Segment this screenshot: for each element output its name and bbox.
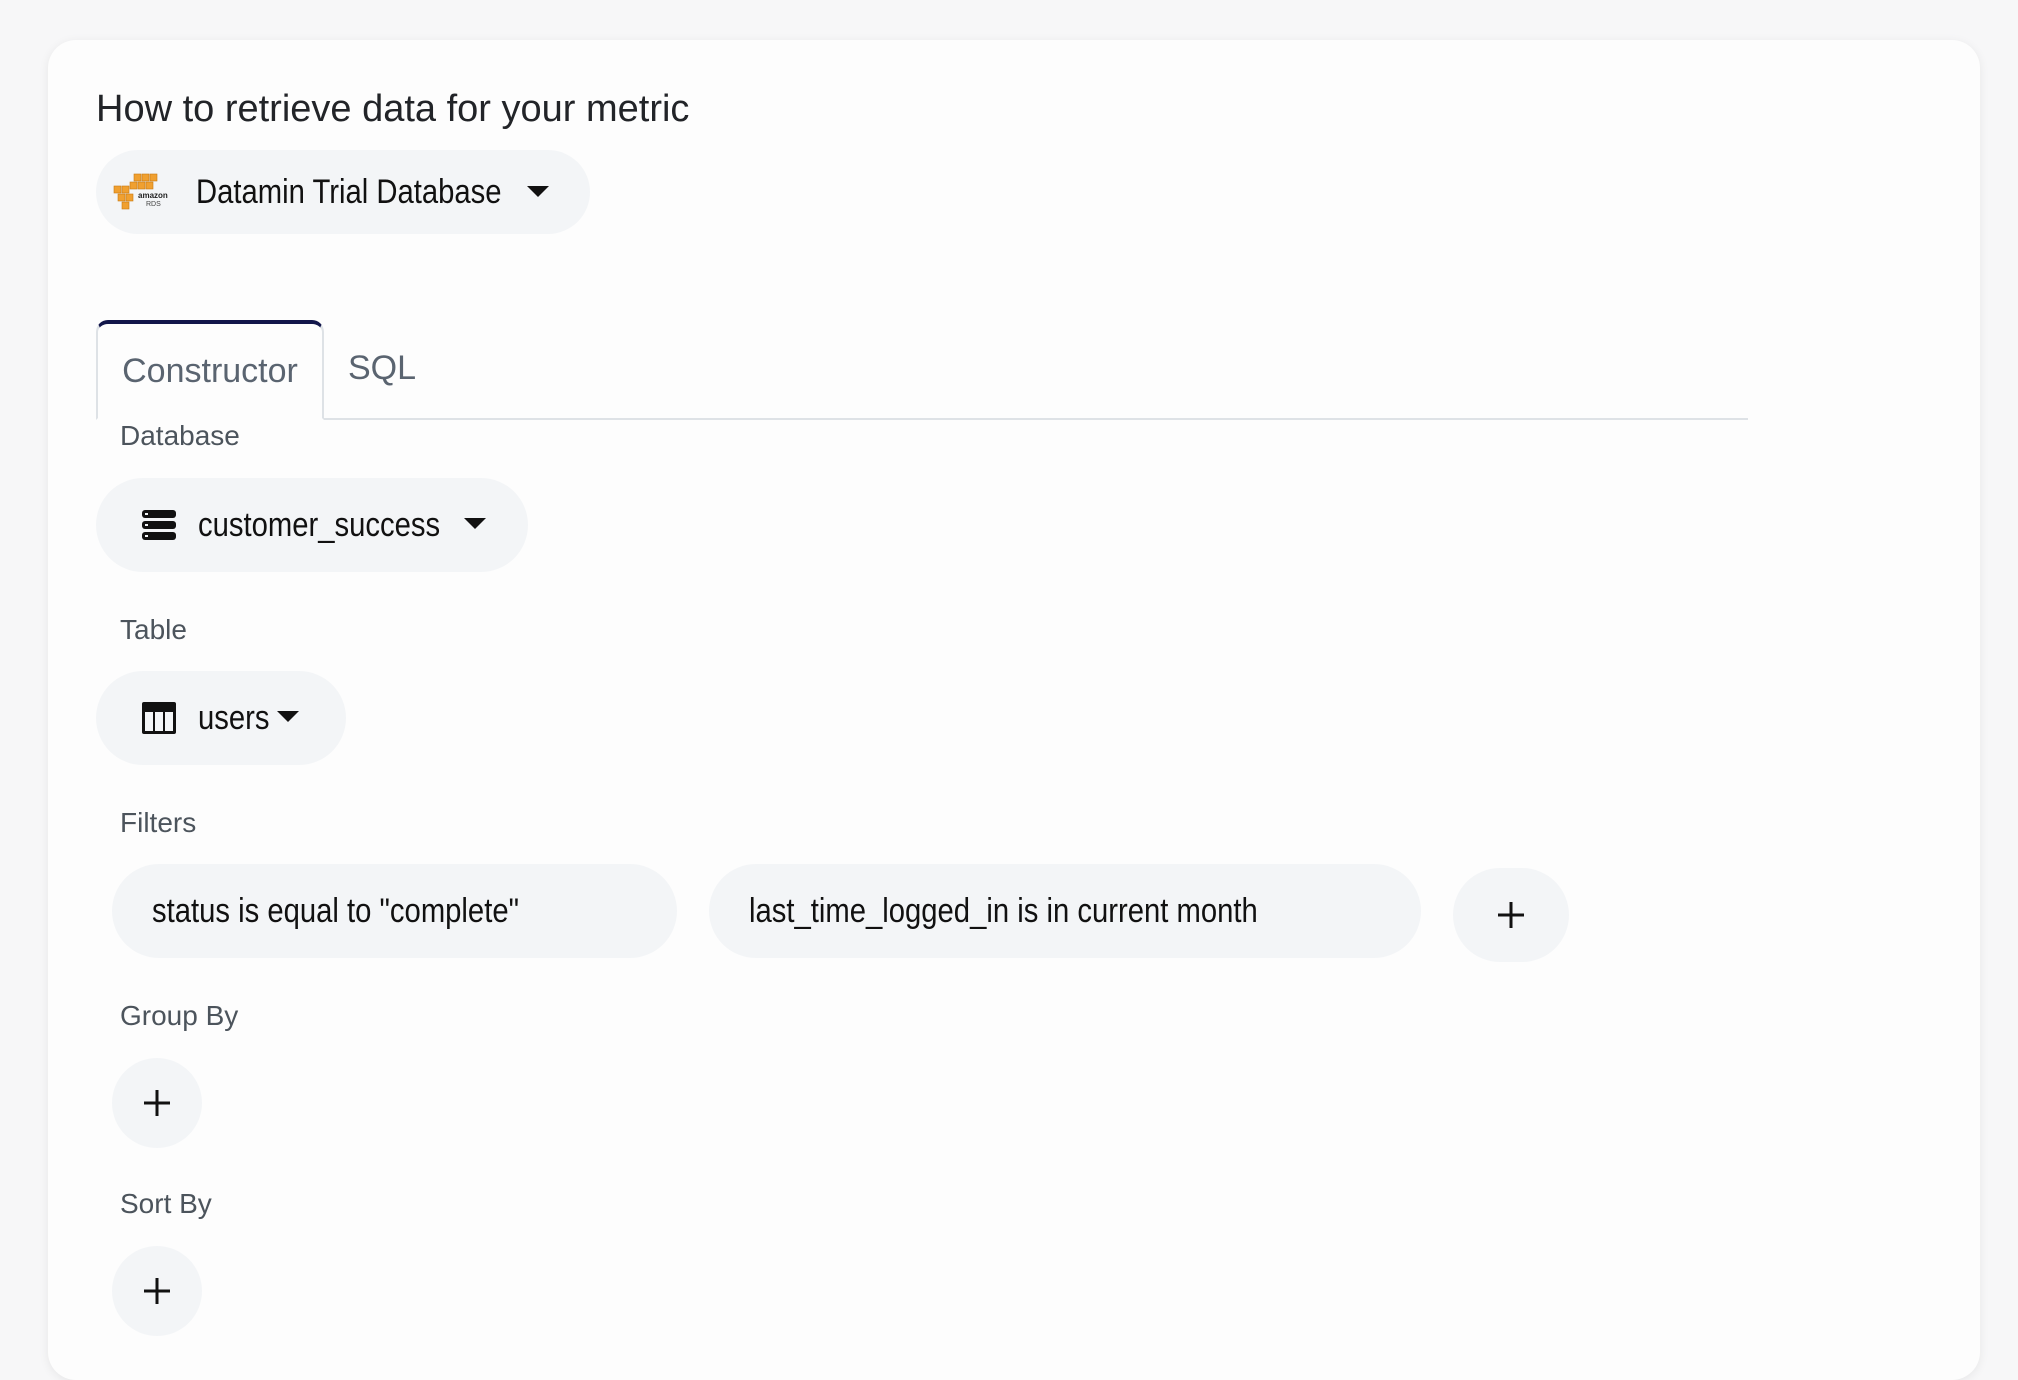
add-group-by-button[interactable] (112, 1058, 202, 1148)
database-select[interactable]: customer_success (96, 478, 528, 572)
database-value: customer_success (198, 505, 441, 544)
query-mode-tabs: Constructor SQL (96, 280, 1748, 420)
plus-icon (144, 1278, 170, 1304)
filter-chip-text: last_time_logged_in is in current month (749, 891, 1258, 930)
plus-icon (144, 1090, 170, 1116)
filter-chip-text: status is equal to "complete" (152, 891, 519, 930)
tab-constructor[interactable]: Constructor (96, 320, 324, 420)
database-icon (142, 510, 176, 540)
chevron-down-icon (527, 185, 550, 197)
filter-chip[interactable]: status is equal to "complete" (112, 864, 677, 958)
datasource-label: Datamin Trial Database (196, 172, 502, 211)
table-icon (142, 702, 176, 734)
plus-icon (1498, 902, 1524, 928)
section-title: How to retrieve data for your metric (96, 88, 690, 130)
sort-by-label: Sort By (120, 1188, 212, 1219)
table-value: users (198, 698, 270, 737)
add-sort-by-button[interactable] (112, 1246, 202, 1336)
filters-label: Filters (120, 807, 197, 838)
database-label: Database (120, 420, 240, 451)
chevron-down-icon (277, 710, 300, 722)
chevron-down-icon (463, 517, 486, 529)
filter-chip[interactable]: last_time_logged_in is in current month (709, 864, 1421, 958)
amazon-rds-logo-icon: amazon RDS (113, 173, 168, 210)
add-filter-button[interactable] (1453, 868, 1569, 962)
table-label: Table (120, 614, 187, 645)
svg-text:RDS: RDS (146, 201, 161, 208)
tab-sql[interactable]: SQL (324, 320, 440, 416)
svg-text:amazon: amazon (138, 191, 168, 200)
group-by-label: Group By (120, 1000, 239, 1031)
datasource-selector[interactable]: amazon RDS Datamin Trial Database (96, 150, 590, 234)
metric-source-card: How to retrieve data for your metric ama… (48, 40, 1980, 1380)
table-select[interactable]: users (96, 671, 346, 765)
